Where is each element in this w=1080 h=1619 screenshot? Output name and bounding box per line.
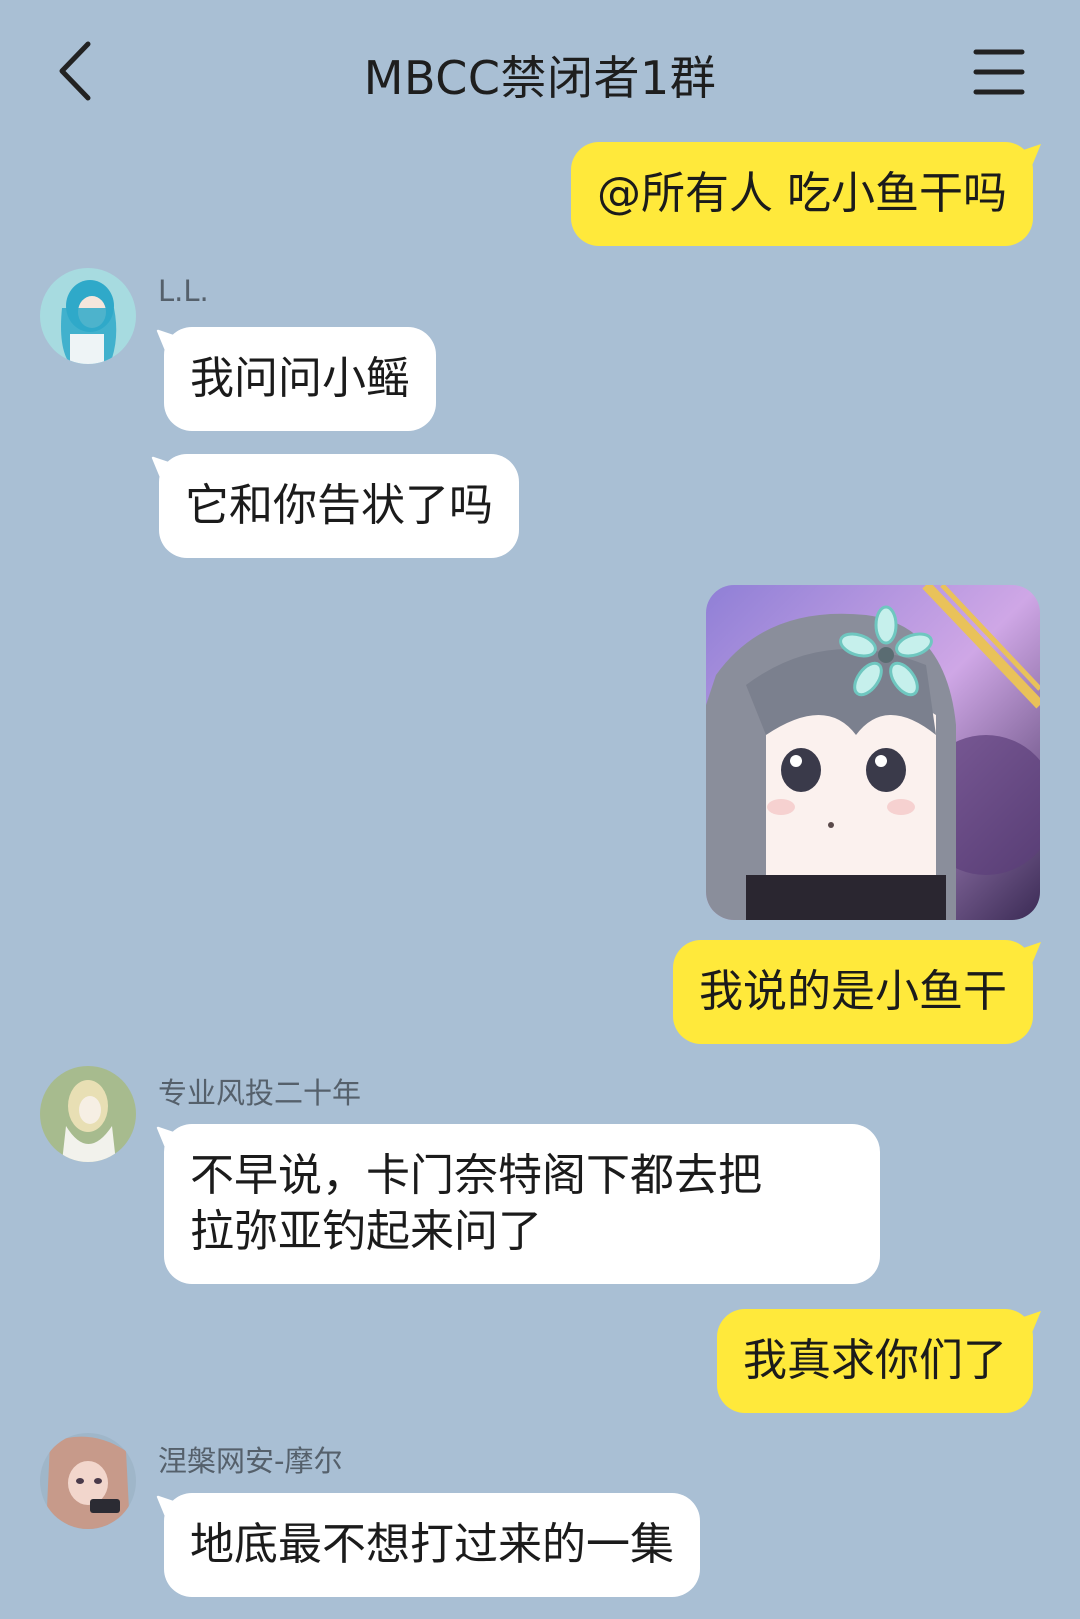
message-bubble-incoming[interactable]: 不早说，卡门奈特阁下都去把 拉弥亚钓起来问了 <box>164 1124 880 1284</box>
avatar-nirvana-security[interactable] <box>40 1433 136 1529</box>
avatar-venture-capital[interactable] <box>40 1066 136 1162</box>
avatar-image <box>40 268 136 364</box>
avatar-ll[interactable] <box>40 268 136 364</box>
hamburger-menu-icon <box>973 49 1025 95</box>
chat-header: MBCC禁闭者1群 <box>0 0 1080 140</box>
menu-button[interactable] <box>972 44 1032 100</box>
message-bubble-outgoing[interactable]: 我真求你们了 <box>717 1309 1033 1413</box>
avatar-image <box>40 1433 136 1529</box>
message-bubble-outgoing[interactable]: 我说的是小鱼干 <box>673 940 1033 1044</box>
chat-screen: MBCC禁闭者1群 @所有人 吃小鱼干吗 L.L. 我问问小鳐 它和你告状了吗 <box>0 0 1080 1619</box>
sticker-image[interactable] <box>706 585 1040 920</box>
message-bubble-outgoing[interactable]: @所有人 吃小鱼干吗 <box>571 142 1033 246</box>
message-bubble-incoming[interactable]: 我问问小鳐 <box>164 327 436 431</box>
chibi-character-sticker <box>706 585 1040 920</box>
message-line: 拉弥亚钓起来问了 <box>190 1206 542 1257</box>
message-bubble-incoming[interactable]: 它和你告状了吗 <box>159 454 519 558</box>
chat-title: MBCC禁闭者1群 <box>363 51 717 105</box>
sender-name: L.L. <box>158 274 209 308</box>
sender-name: 涅槃网安-摩尔 <box>158 1444 343 1478</box>
message-bubble-incoming[interactable]: 地底最不想打过来的一集 <box>164 1493 700 1597</box>
message-line: 不早说，卡门奈特阁下都去把 <box>190 1150 762 1201</box>
sender-name: 专业风投二十年 <box>158 1076 362 1110</box>
avatar-image <box>40 1066 136 1162</box>
